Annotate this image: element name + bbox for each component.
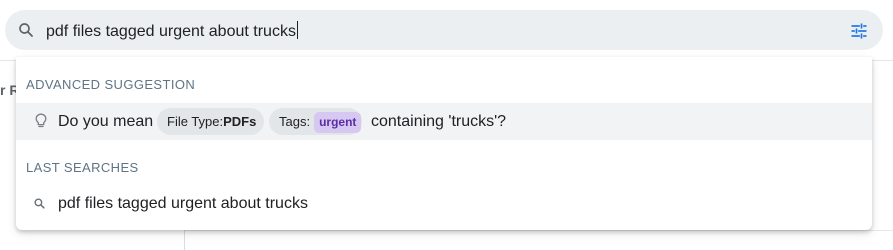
sidebar-divider xyxy=(184,228,185,250)
suggestion-prefix: Do you mean xyxy=(58,113,154,130)
last-searches-header: LAST SEARCHES xyxy=(26,160,139,175)
tags-chip: Tags: urgent xyxy=(269,108,362,135)
tags-label: Tags: xyxy=(279,114,311,129)
file-type-label: File Type: xyxy=(167,114,224,129)
file-type-chip: File Type:PDFs xyxy=(157,108,264,135)
search-input[interactable]: pdf files tagged urgent about trucks xyxy=(46,21,298,41)
search-icon xyxy=(34,198,45,209)
tune-icon[interactable] xyxy=(849,21,869,41)
tag-pill: urgent xyxy=(314,112,362,133)
last-search-item[interactable]: pdf files tagged urgent about trucks xyxy=(16,185,872,222)
last-search-text: pdf files tagged urgent about trucks xyxy=(58,195,308,212)
advanced-suggestion-header: ADVANCED SUGGESTION xyxy=(26,77,196,92)
content-divider xyxy=(185,230,893,231)
advanced-suggestion-item[interactable]: Do you mean File Type:PDFs Tags: urgent c… xyxy=(16,103,872,140)
search-bar[interactable]: pdf files tagged urgent about trucks xyxy=(5,10,883,50)
lightbulb-icon xyxy=(35,113,47,128)
search-query-text: pdf files tagged urgent about trucks xyxy=(46,23,296,40)
search-suggestions-dropdown: ADVANCED SUGGESTION Do you mean File Typ… xyxy=(16,57,872,230)
file-type-value: PDFs xyxy=(223,114,257,129)
page: r R pdf files tagged urgent about trucks xyxy=(0,0,893,250)
text-caret xyxy=(296,21,298,39)
search-icon xyxy=(19,23,33,37)
suggestion-suffix: containing 'trucks'? xyxy=(371,113,507,130)
